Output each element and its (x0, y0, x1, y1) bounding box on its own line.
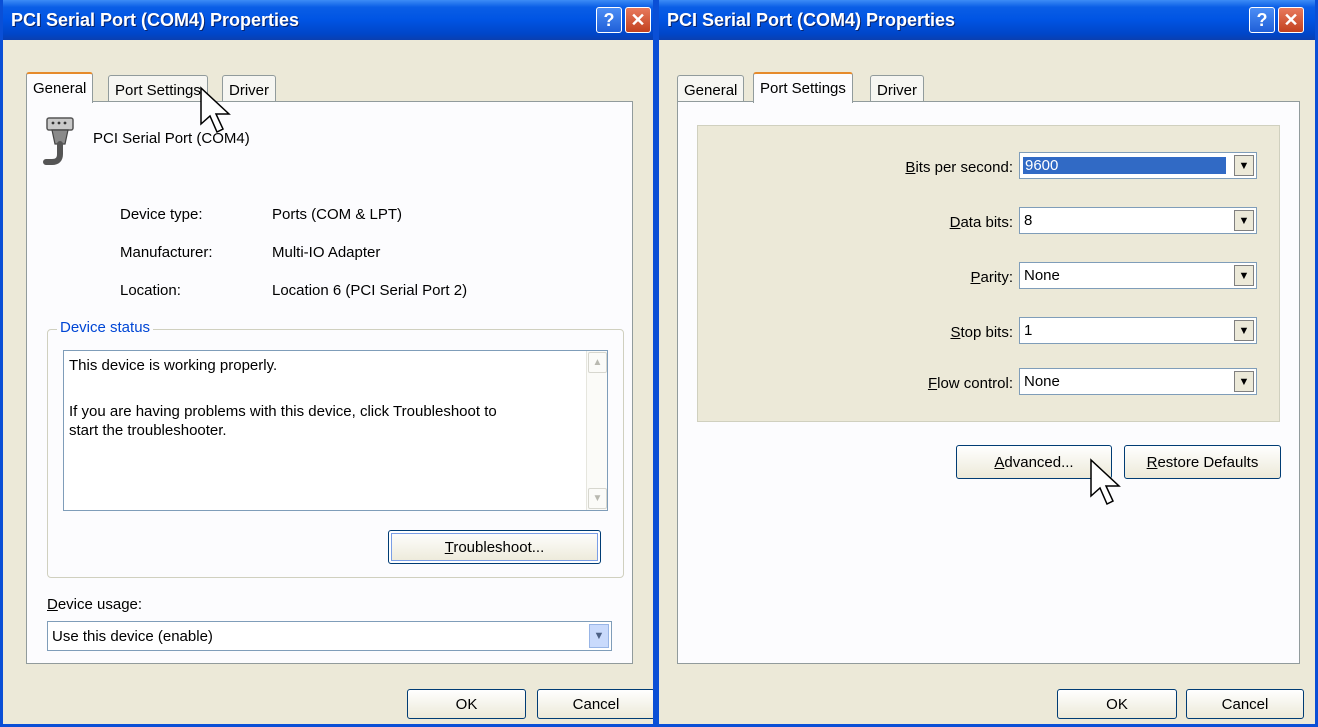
device-usage-value: Use this device (enable) (52, 628, 213, 645)
device-status-label: Device status (57, 319, 154, 336)
troubleshoot-label: Troubleshoot... (444, 538, 545, 556)
stop-bits-label: Stop bits: (950, 324, 1013, 341)
properties-dialog-general: PCI Serial Port (COM4) Properties ? ✕ Ge… (0, 0, 656, 727)
data-bits-value: 8 (1024, 212, 1033, 229)
properties-dialog-port-settings: PCI Serial Port (COM4) Properties ? ✕ Ge… (656, 0, 1318, 727)
close-button[interactable]: ✕ (625, 7, 651, 33)
bits-per-second-select[interactable]: 9600 ▼ (1019, 152, 1257, 179)
serial-port-icon (43, 117, 74, 165)
tab-strip: General Port Settings Driver (659, 72, 1315, 103)
status-scrollbar[interactable]: ▲ ▼ (586, 351, 607, 510)
close-button[interactable]: ✕ (1278, 7, 1304, 33)
status-line-3: start the troubleshooter. (69, 422, 227, 439)
tab-strip: General Port Settings Driver (3, 72, 653, 103)
general-tab-panel: PCI Serial Port (COM4) Device type: Port… (26, 101, 633, 664)
ok-button[interactable]: OK (407, 689, 526, 719)
parity-select[interactable]: None ▼ (1019, 262, 1257, 289)
cancel-button[interactable]: Cancel (537, 689, 653, 719)
ok-button[interactable]: OK (1057, 689, 1177, 719)
restore-defaults-button[interactable]: Restore Defaults (1124, 445, 1281, 479)
data-bits-label: Data bits: (949, 214, 1013, 231)
cancel-label: Cancel (572, 695, 620, 713)
ok-label: OK (455, 695, 478, 713)
title-bar[interactable]: PCI Serial Port (COM4) Properties ? ✕ (659, 0, 1315, 40)
scroll-down-icon[interactable]: ▼ (588, 488, 607, 509)
location-value: Location 6 (PCI Serial Port 2) (272, 282, 468, 299)
tab-label: Driver (877, 82, 917, 99)
chevron-down-icon[interactable]: ▼ (1234, 155, 1254, 176)
chevron-down-icon[interactable]: ▼ (1234, 265, 1254, 286)
mouse-cursor-icon (200, 86, 231, 134)
chevron-down-icon[interactable]: ▼ (589, 624, 609, 648)
tab-port-settings[interactable]: Port Settings (108, 75, 208, 102)
location-label: Location: (120, 282, 181, 299)
help-button[interactable]: ? (596, 7, 622, 33)
scroll-up-icon[interactable]: ▲ (588, 352, 607, 373)
parity-label: Parity: (970, 269, 1013, 286)
stop-bits-value: 1 (1024, 322, 1033, 339)
bits-per-second-label: Bits per second: (905, 159, 1013, 176)
manufacturer-label: Manufacturer: (120, 244, 213, 261)
mouse-cursor-icon (1090, 458, 1121, 506)
device-usage-select[interactable]: Use this device (enable) ▼ (47, 621, 612, 651)
cancel-label: Cancel (1221, 695, 1269, 713)
status-line-1: This device is working properly. (69, 357, 278, 374)
device-type-label: Device type: (120, 206, 203, 223)
tab-general[interactable]: General (677, 75, 745, 102)
device-usage-label: Device usage: (47, 596, 143, 613)
tab-driver[interactable]: Driver (870, 75, 924, 102)
window-title: PCI Serial Port (COM4) Properties (667, 10, 956, 30)
bits-per-second-value: 9600 (1023, 157, 1226, 174)
tab-label: General (33, 80, 87, 97)
title-bar[interactable]: PCI Serial Port (COM4) Properties ? ✕ (3, 0, 653, 40)
tab-port-settings[interactable]: Port Settings (753, 72, 853, 103)
window-title: PCI Serial Port (COM4) Properties (11, 10, 300, 30)
restore-defaults-label: Restore Defaults (1146, 453, 1259, 471)
data-bits-select[interactable]: 8 ▼ (1019, 207, 1257, 234)
troubleshoot-button[interactable]: Troubleshoot... (388, 530, 601, 564)
status-line-2: If you are having problems with this dev… (69, 403, 497, 420)
flow-control-value: None (1024, 373, 1060, 390)
chevron-down-icon[interactable]: ▼ (1234, 210, 1254, 231)
ok-label: OK (1106, 695, 1128, 713)
chevron-down-icon[interactable]: ▼ (1234, 371, 1254, 392)
tab-label: Port Settings (115, 82, 201, 99)
stop-bits-select[interactable]: 1 ▼ (1019, 317, 1257, 344)
help-button[interactable]: ? (1249, 7, 1275, 33)
flow-control-select[interactable]: None ▼ (1019, 368, 1257, 395)
close-icon: ✕ (1283, 9, 1299, 30)
help-icon: ? (603, 9, 615, 30)
flow-control-label: Flow control: (927, 375, 1013, 392)
parity-value: None (1024, 267, 1060, 284)
tab-label: Port Settings (760, 80, 846, 97)
port-settings-tab-panel: Bits per second: 9600 ▼ Data bits: 8 ▼ P… (677, 101, 1300, 664)
help-icon: ? (1256, 9, 1268, 30)
device-type-value: Ports (COM & LPT) (272, 206, 403, 223)
tab-label: General (684, 82, 738, 99)
manufacturer-value: Multi-IO Adapter (272, 244, 381, 261)
chevron-down-icon[interactable]: ▼ (1234, 320, 1254, 341)
cancel-button[interactable]: Cancel (1186, 689, 1304, 719)
close-icon: ✕ (630, 9, 646, 30)
tab-general[interactable]: General (26, 72, 94, 103)
device-status-textbox[interactable]: This device is working properly. If you … (63, 350, 608, 511)
advanced-label: Advanced... (994, 453, 1074, 471)
